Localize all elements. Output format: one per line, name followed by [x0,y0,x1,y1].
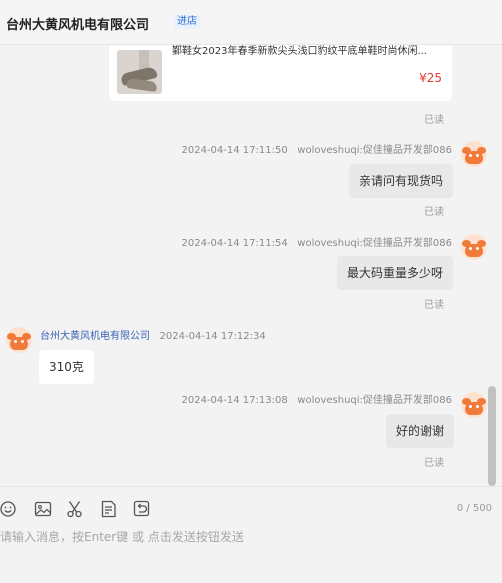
product-card[interactable]: 鄞鞋女2023年春季新款尖头浅口豹纹平底单鞋时尚休闲... ¥25 [109,45,452,101]
user-avatar [461,141,487,167]
product-title[interactable]: 鄞鞋女2023年春季新款尖头浅口豹纹平底单鞋时尚休闲... [172,45,444,57]
read-status: 已读 [424,300,444,311]
shop-avatar [6,327,32,353]
scissors-icon[interactable] [66,499,86,519]
message-bubble: 310克 [39,350,94,384]
user-avatar [461,234,487,260]
emoji-icon[interactable] [0,499,20,519]
message-meta: 2024-04-14 17:11:50 woloveshuqi:促佳撞品开发部0… [110,141,453,156]
message-bubble: 亲请问有现货吗 [349,164,454,198]
message-input[interactable] [0,527,490,547]
message-time: 2024-04-14 17:11:50 [181,145,288,156]
message-bubble: 最大码重量多少呀 [337,256,454,290]
shop-name[interactable]: 台州大黄风机电有限公司 [6,14,149,33]
user-avatar [461,392,487,418]
enter-shop-badge[interactable]: 进店 [174,15,200,29]
read-status: 已读 [424,115,444,126]
chat-area[interactable]: 鄞鞋女2023年春季新款尖头浅口豹纹平底单鞋时尚休闲... ¥25 已读 202… [0,45,502,486]
message-time: 2024-04-14 17:11:54 [181,238,288,249]
message-sender[interactable]: 台州大黄风机电有限公司 [40,331,150,342]
chat-header: 台州大黄风机电有限公司 进店 [0,0,502,45]
message-time: 2024-04-14 17:13:08 [181,395,288,406]
document-icon[interactable] [100,499,120,519]
message-bubble: 好的谢谢 [386,414,455,448]
recall-icon[interactable] [133,499,153,519]
message-sender: woloveshuqi:促佳撞品开发部086 [297,395,452,406]
read-status: 已读 [424,207,444,218]
message-composer: 0 / 500 [0,486,502,583]
read-status: 已读 [424,458,444,469]
product-price: ¥25 [419,71,442,85]
message-time: 2024-04-14 17:12:34 [159,331,266,342]
message-sender: woloveshuqi:促佳撞品开发部086 [297,145,452,156]
character-counter: 0 / 500 [456,503,492,514]
chat-scrollbar[interactable] [488,386,496,486]
message-meta: 2024-04-14 17:11:54 woloveshuqi:促佳撞品开发部0… [110,234,453,249]
message-sender: woloveshuqi:促佳撞品开发部086 [297,238,452,249]
message-meta: 台州大黄风机电有限公司 2024-04-14 17:12:34 [40,327,266,342]
message-meta: 2024-04-14 17:13:08 woloveshuqi:促佳撞品开发部0… [110,391,453,406]
product-thumbnail[interactable] [117,50,162,94]
image-icon[interactable] [34,499,54,519]
